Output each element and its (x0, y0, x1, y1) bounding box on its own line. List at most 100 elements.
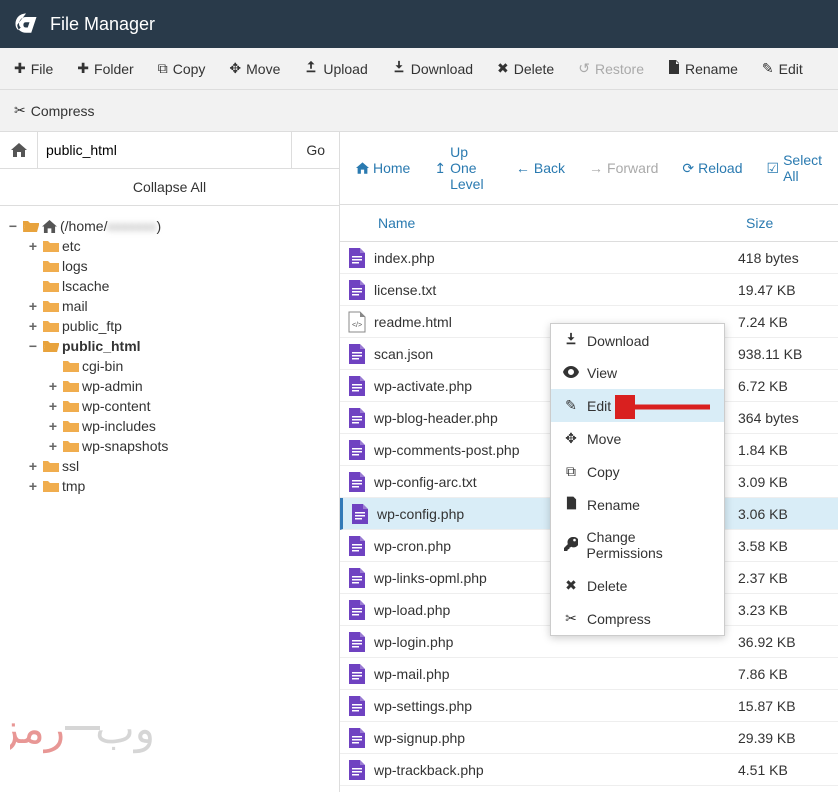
copy-button[interactable]: ⧉Copy (148, 54, 216, 83)
toolbar-row-2: ✂Compress (0, 90, 838, 132)
file-size: 418 bytes (738, 250, 838, 266)
tree-node[interactable]: cgi-bin (46, 356, 333, 376)
check-icon: ☑ (767, 160, 780, 177)
nav-back-button[interactable]: ←Back (506, 140, 575, 196)
upload-button[interactable]: Upload (294, 54, 377, 83)
file-row[interactable]: index.php418 bytes (340, 242, 838, 274)
file-type-icon (340, 471, 374, 493)
x-icon: ✖ (563, 577, 579, 594)
ctx-view[interactable]: View (551, 357, 724, 389)
file-size: 4.51 KB (738, 762, 838, 778)
tree-node[interactable]: +ssl (26, 456, 333, 476)
compress-icon: ✂ (14, 102, 26, 119)
svg-text:</>: </> (352, 322, 362, 329)
file-size: 7.86 KB (738, 666, 838, 682)
file-type-icon (340, 279, 374, 301)
file-size: 3.23 KB (738, 602, 838, 618)
col-name[interactable]: Name (340, 205, 738, 241)
ctx-move[interactable]: ✥Move (551, 422, 724, 455)
file-type-icon (340, 599, 374, 621)
rename-button[interactable]: Rename (658, 54, 748, 83)
ctx-delete[interactable]: ✖Delete (551, 569, 724, 602)
nav-reload-button[interactable]: ⟳Reload (672, 140, 752, 196)
ctx-compress[interactable]: ✂Compress (551, 602, 724, 635)
path-input[interactable] (38, 132, 291, 168)
tree-node[interactable]: −public_html (26, 336, 333, 356)
file-size: 938.11 KB (738, 346, 838, 362)
home-button[interactable] (0, 132, 38, 168)
tree-node[interactable]: logs (26, 256, 333, 276)
tree-node[interactable]: +tmp (26, 476, 333, 496)
restore-button[interactable]: ↺Restore (568, 54, 654, 83)
file-type-icon (340, 727, 374, 749)
file-row[interactable]: xmlrpc.php2.99 KB (340, 786, 838, 792)
tree-node[interactable]: lscache (26, 276, 333, 296)
ctx-download[interactable]: Download (551, 324, 724, 357)
nav-select-all-button[interactable]: ☑Select All (757, 140, 832, 196)
svg-text:رمز: رمز (10, 707, 65, 754)
go-button[interactable]: Go (291, 132, 339, 168)
tree-node[interactable]: +wp-snapshots (46, 436, 333, 456)
home-icon (11, 143, 27, 157)
ctx-change-permissions[interactable]: Change Permissions (551, 521, 724, 569)
file-size: 6.72 KB (738, 378, 838, 394)
key-icon (563, 537, 579, 554)
ctx-copy[interactable]: ⧉Copy (551, 455, 724, 488)
file-type-icon (340, 535, 374, 557)
col-size[interactable]: Size (738, 205, 838, 241)
file-row[interactable]: wp-trackback.php4.51 KB (340, 754, 838, 786)
move-icon: ✥ (229, 60, 241, 77)
upload-icon (304, 60, 318, 77)
right-pane: Home ↥Up One Level ←Back →Forward ⟳Reloa… (340, 132, 838, 792)
tree-node[interactable]: +mail (26, 296, 333, 316)
nav-up-button[interactable]: ↥Up One Level (424, 140, 502, 196)
eye-icon (563, 365, 579, 381)
tree-node[interactable]: +etc (26, 236, 333, 256)
plus-icon: ✚ (77, 60, 89, 77)
move-button[interactable]: ✥Move (219, 54, 290, 83)
tree-root-node[interactable]: − (/home/xxxxxxx) (6, 216, 333, 236)
pencil-icon: ✎ (762, 60, 774, 77)
x-icon: ✖ (497, 60, 509, 77)
file-name: wp-settings.php (374, 698, 738, 714)
tree-node[interactable]: +wp-includes (46, 416, 333, 436)
tree-node[interactable]: +public_ftp (26, 316, 333, 336)
pencil-icon: ✎ (563, 397, 579, 414)
file-icon (563, 496, 579, 513)
edit-button[interactable]: ✎Edit (752, 54, 813, 83)
file-row[interactable]: license.txt19.47 KB (340, 274, 838, 306)
file-row[interactable]: wp-mail.php7.86 KB (340, 658, 838, 690)
file-button[interactable]: ✚File (4, 54, 63, 83)
file-size: 36.92 KB (738, 634, 838, 650)
delete-button[interactable]: ✖Delete (487, 54, 564, 83)
file-row[interactable]: wp-signup.php29.39 KB (340, 722, 838, 754)
download-button[interactable]: Download (382, 54, 483, 83)
nav-forward-button[interactable]: →Forward (579, 140, 668, 196)
file-row[interactable]: wp-settings.php15.87 KB (340, 690, 838, 722)
folder-button[interactable]: ✚Folder (67, 54, 143, 83)
file-name: wp-signup.php (374, 730, 738, 746)
download-icon (392, 60, 406, 77)
ctx-rename[interactable]: Rename (551, 488, 724, 521)
context-menu: DownloadView✎Edit✥Move⧉CopyRenameChange … (550, 323, 725, 636)
file-size: 29.39 KB (738, 730, 838, 746)
file-size: 7.24 KB (738, 314, 838, 330)
compress-button[interactable]: ✂Compress (4, 96, 105, 125)
file-size: 15.87 KB (738, 698, 838, 714)
reload-icon: ⟳ (682, 160, 694, 177)
restore-icon: ↺ (578, 60, 590, 77)
file-type-icon (340, 343, 374, 365)
file-name: license.txt (374, 282, 738, 298)
home-icon (356, 162, 369, 174)
tree-node[interactable]: +wp-admin (46, 376, 333, 396)
file-size: 3.06 KB (738, 506, 838, 522)
file-size: 3.58 KB (738, 538, 838, 554)
main-toolbar: ✚File ✚Folder ⧉Copy ✥Move Upload Downloa… (0, 48, 838, 90)
watermark-logo-icon: وب رمز (10, 698, 160, 758)
collapse-all-button[interactable]: Collapse All (0, 169, 339, 206)
tree-node[interactable]: +wp-content (46, 396, 333, 416)
file-size: 364 bytes (738, 410, 838, 426)
file-name: wp-mail.php (374, 666, 738, 682)
nav-home-button[interactable]: Home (346, 140, 420, 196)
left-pane: Go Collapse All − (/home/xxxxxxx)+etc lo… (0, 132, 340, 792)
